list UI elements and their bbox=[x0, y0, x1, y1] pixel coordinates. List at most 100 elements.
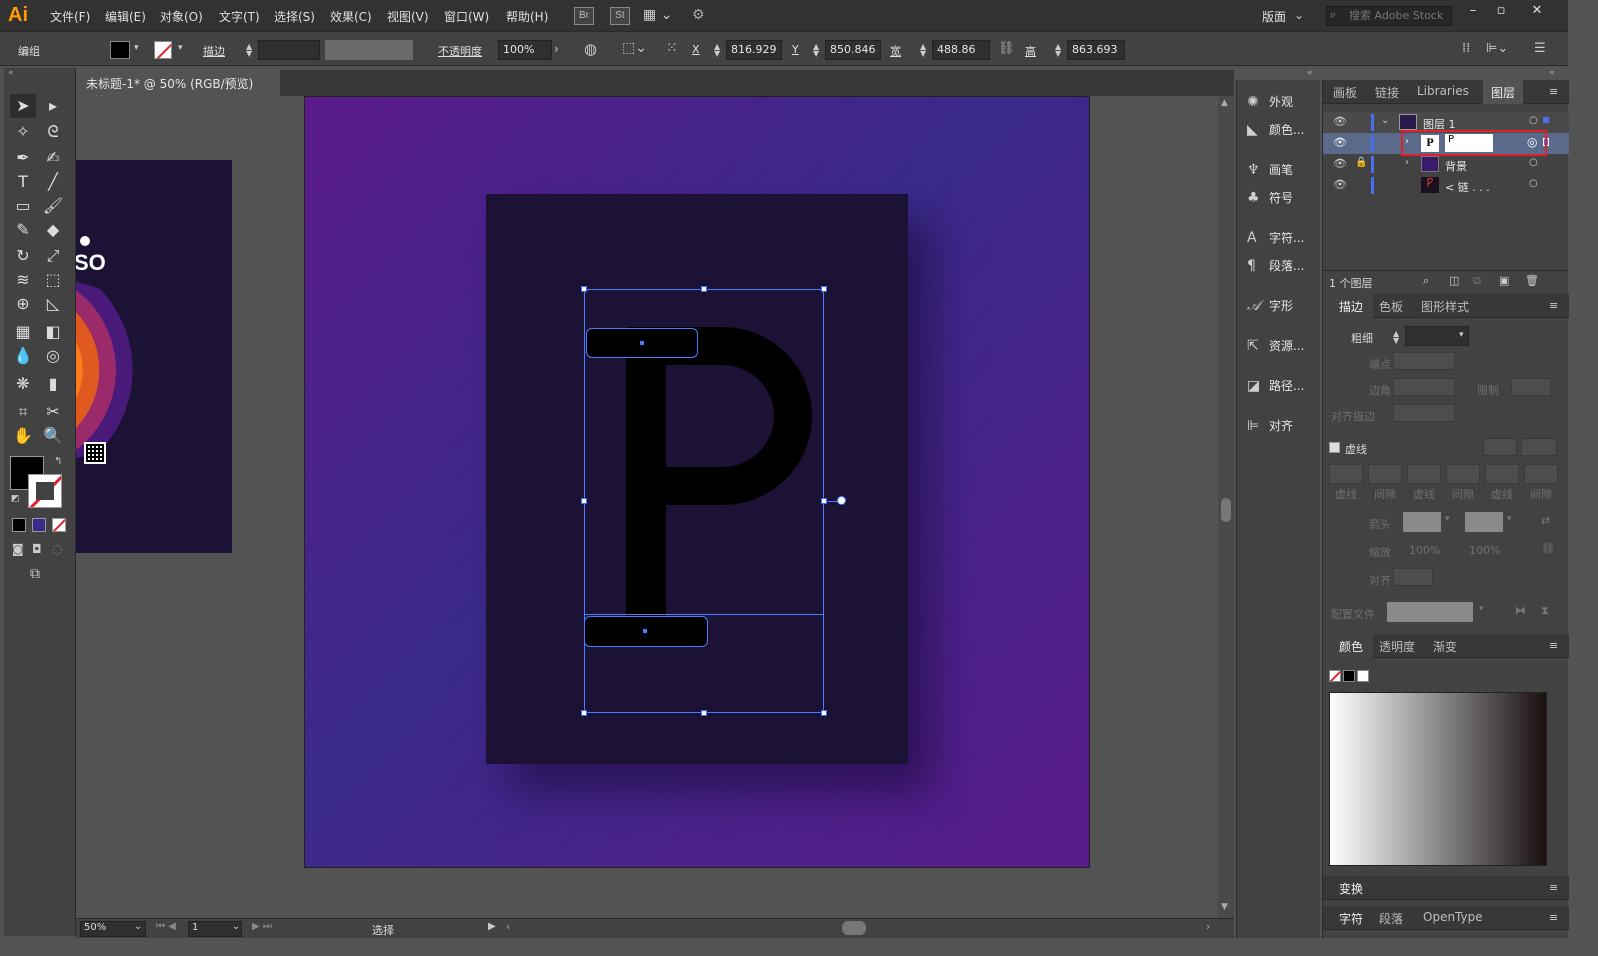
end-arrow-dropdown-icon[interactable]: ▾ bbox=[1507, 514, 1512, 524]
height-field[interactable]: 863.693 bbox=[1067, 40, 1125, 60]
handle-top-left[interactable] bbox=[581, 286, 587, 292]
transform-panel-icon[interactable]: ⊫⌄ bbox=[1486, 41, 1508, 56]
tab-stroke[interactable]: 描边 bbox=[1323, 294, 1373, 318]
arrange-documents-icon[interactable]: ▦ ⌄ bbox=[643, 7, 672, 23]
target-circle-icon[interactable]: ○ bbox=[1529, 115, 1538, 126]
color-mode-icon[interactable] bbox=[12, 518, 26, 532]
brushes-panel-button[interactable]: ♆ 画笔 bbox=[1247, 158, 1321, 182]
character-panel-menu-icon[interactable]: ≡ bbox=[1549, 911, 1558, 924]
visibility-eye-icon[interactable]: 👁 bbox=[1333, 178, 1347, 191]
zoom-tool-icon[interactable]: 🔍 bbox=[40, 424, 66, 448]
lock-icon[interactable]: 🔒 bbox=[1355, 157, 1367, 168]
stock-search-input[interactable]: 搜索 Adobe Stock bbox=[1326, 6, 1452, 26]
dash-cell-3[interactable] bbox=[1485, 464, 1519, 484]
dash-align-corners-button[interactable] bbox=[1483, 438, 1517, 456]
shape-builder-tool-icon[interactable]: ⊕ bbox=[10, 292, 36, 316]
swap-arrows-icon[interactable]: ⇄ bbox=[1541, 514, 1550, 527]
menu-view[interactable]: 视图(V) bbox=[387, 8, 429, 25]
none-mode-icon[interactable] bbox=[52, 518, 66, 532]
delete-layer-icon[interactable]: 🗑 bbox=[1525, 274, 1539, 287]
first-artboard-icon[interactable]: ⏮ ◀ bbox=[156, 921, 176, 932]
align-stroke-buttons[interactable] bbox=[1393, 404, 1455, 422]
handle-middle-left[interactable] bbox=[581, 498, 587, 504]
link-scale-icon[interactable]: ⛓ bbox=[1541, 542, 1555, 555]
tab-opentype[interactable]: OpenType bbox=[1423, 910, 1483, 924]
make-clipping-mask-icon[interactable]: ◫ bbox=[1449, 274, 1459, 287]
x-field[interactable]: 816.929 bbox=[726, 40, 782, 60]
layer-name[interactable]: < 链 . . . bbox=[1445, 179, 1490, 195]
slice-tool-icon[interactable]: ✂ bbox=[40, 400, 66, 424]
layer-row-link[interactable]: 👁 Ƿ < 链 . . . ○ bbox=[1323, 175, 1569, 196]
visibility-eye-icon[interactable]: 👁 bbox=[1333, 136, 1347, 149]
arrow-align-buttons[interactable] bbox=[1393, 568, 1433, 586]
tab-transform[interactable]: 变换 bbox=[1339, 880, 1363, 897]
lasso-tool-icon[interactable]: ᘓ bbox=[40, 120, 66, 144]
x-spinner-icon[interactable]: ▲ ▼ bbox=[714, 43, 722, 58]
zoom-dropdown-icon[interactable]: ⌄ bbox=[134, 921, 142, 932]
y-spinner-icon[interactable]: ▲ ▼ bbox=[813, 43, 821, 58]
gap-cell-3[interactable] bbox=[1524, 464, 1558, 484]
draw-behind-icon[interactable]: ◘ bbox=[32, 542, 42, 556]
width-field[interactable]: 488.86 bbox=[932, 40, 990, 60]
fill-dropdown-icon[interactable]: ▾ bbox=[134, 43, 139, 53]
tab-layers[interactable]: 图层 bbox=[1483, 80, 1523, 104]
dash-cell-1[interactable] bbox=[1329, 464, 1363, 484]
end-scale-field[interactable]: 100% bbox=[1469, 544, 1500, 557]
tab-graphic-styles[interactable]: 图形样式 bbox=[1421, 298, 1469, 315]
gap-cell-1[interactable] bbox=[1368, 464, 1402, 484]
workspace-chevron-icon[interactable]: ⌄ bbox=[1294, 8, 1304, 22]
artboard-tool-icon[interactable]: ⌗ bbox=[10, 400, 36, 424]
start-arrow-dropdown-icon[interactable]: ▾ bbox=[1445, 514, 1450, 524]
transform-panel-menu-icon[interactable]: ≡ bbox=[1549, 881, 1558, 894]
type-tool-icon[interactable]: T bbox=[10, 170, 36, 194]
stroke-spinner-icon[interactable]: ▲ ▼ bbox=[246, 43, 254, 58]
tab-swatches[interactable]: 色板 bbox=[1379, 298, 1403, 315]
layers-panel-menu-icon[interactable]: ≡ bbox=[1549, 85, 1558, 98]
scroll-up-icon[interactable]: ▲ bbox=[1221, 98, 1228, 108]
weight-spinner-icon[interactable]: ▲ ▼ bbox=[1393, 330, 1401, 345]
tab-color[interactable]: 颜色 bbox=[1323, 634, 1373, 658]
collapse-tools-icon[interactable]: « bbox=[8, 68, 14, 78]
none-swatch[interactable] bbox=[1329, 670, 1341, 682]
tab-libraries[interactable]: Libraries bbox=[1417, 84, 1469, 98]
column-graph-tool-icon[interactable]: ▮ bbox=[40, 372, 66, 396]
expand-dock-icon[interactable]: « bbox=[1307, 68, 1313, 78]
character-panel-button[interactable]: A 字符... bbox=[1247, 226, 1321, 250]
target-circle-icon[interactable]: ○ bbox=[1529, 157, 1538, 168]
blend-tool-icon[interactable]: ◎ bbox=[40, 344, 66, 368]
perspective-grid-tool-icon[interactable]: ◺ bbox=[40, 292, 66, 316]
next-artboard-icon[interactable]: ▶ ⏭ bbox=[252, 921, 272, 932]
control-menu-icon[interactable]: ☰ bbox=[1534, 41, 1546, 56]
assets-panel-button[interactable]: ⇱ 资源... bbox=[1247, 334, 1321, 358]
close-window-button[interactable]: ✕ bbox=[1528, 3, 1546, 21]
canvas[interactable]: SO P bbox=[76, 96, 1218, 918]
draw-inside-icon[interactable]: ◌ bbox=[52, 542, 62, 556]
vertical-scroll-thumb[interactable] bbox=[1221, 498, 1231, 522]
visibility-eye-icon[interactable]: 👁 bbox=[1333, 157, 1347, 170]
symbol-sprayer-tool-icon[interactable]: ❋ bbox=[10, 372, 36, 396]
document-tab[interactable]: 未标题-1* @ 50% (RGB/预览) × bbox=[76, 70, 280, 106]
handle-bottom-right[interactable] bbox=[821, 710, 827, 716]
color-panel-menu-icon[interactable]: ≡ bbox=[1549, 639, 1558, 652]
gradient-tool-icon[interactable]: ◧ bbox=[40, 320, 66, 344]
menu-help[interactable]: 帮助(H) bbox=[506, 8, 548, 25]
warp-tool-icon[interactable]: ≋ bbox=[10, 268, 36, 292]
mesh-tool-icon[interactable]: ▦ bbox=[10, 320, 36, 344]
white-swatch[interactable] bbox=[1357, 670, 1369, 682]
stroke-color-box[interactable] bbox=[28, 474, 62, 508]
start-arrowhead-select[interactable] bbox=[1403, 512, 1441, 532]
free-transform-tool-icon[interactable]: ⬚ bbox=[40, 268, 66, 292]
tab-gradient[interactable]: 渐变 bbox=[1433, 638, 1457, 655]
rectangle-tool-icon[interactable]: ▭ bbox=[10, 194, 36, 218]
magic-wand-tool-icon[interactable]: ✧ bbox=[10, 120, 36, 144]
visibility-eye-icon[interactable]: 👁 bbox=[1333, 115, 1347, 128]
corner-buttons[interactable] bbox=[1393, 378, 1455, 396]
gpu-performance-icon[interactable]: ⚙ bbox=[692, 7, 705, 23]
swap-colors-icon[interactable]: ↰ bbox=[54, 456, 62, 467]
selection-bounding-box[interactable] bbox=[584, 289, 824, 713]
eyedropper-tool-icon[interactable]: 💧 bbox=[10, 344, 36, 368]
selection-indicator[interactable] bbox=[1543, 117, 1549, 123]
stroke-label[interactable]: 描边 bbox=[203, 43, 225, 59]
horizontal-scroll-thumb[interactable] bbox=[842, 921, 866, 935]
artboard-dropdown-icon[interactable]: ⌄ bbox=[232, 921, 240, 932]
